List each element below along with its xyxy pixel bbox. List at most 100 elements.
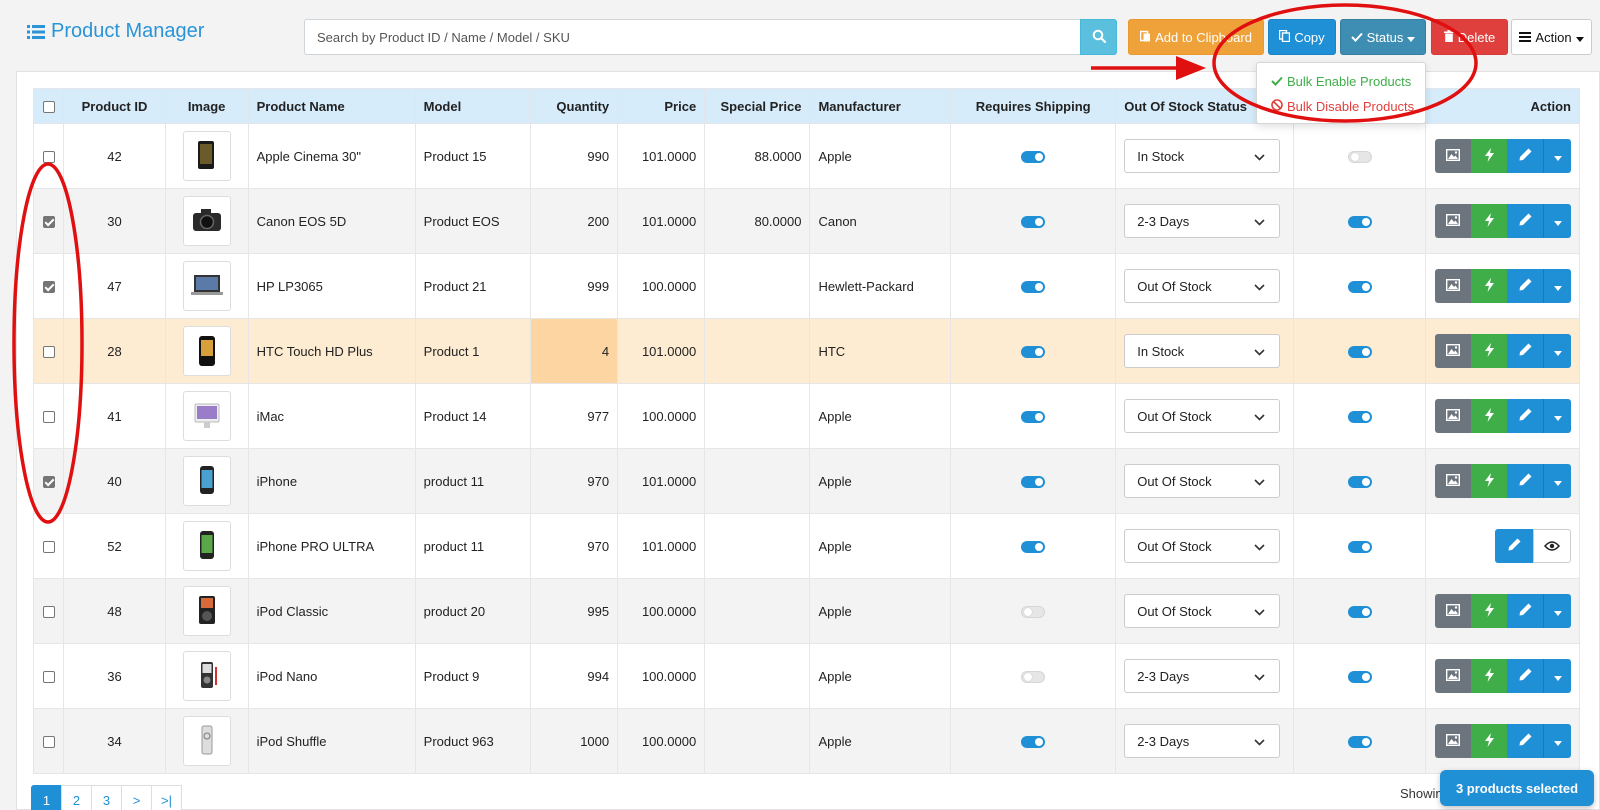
image-manager-button[interactable] bbox=[1435, 464, 1471, 498]
quick-edit-button[interactable] bbox=[1471, 204, 1507, 238]
product-name-cell[interactable]: HTC Touch HD Plus bbox=[247, 318, 416, 384]
special-price-cell[interactable] bbox=[704, 253, 811, 319]
row-checkbox[interactable] bbox=[42, 476, 55, 489]
requires-shipping-toggle[interactable] bbox=[1021, 216, 1046, 229]
image-manager-button[interactable] bbox=[1435, 204, 1471, 238]
special-price-cell[interactable]: 80.0000 bbox=[704, 188, 811, 254]
quantity-cell[interactable]: 970 bbox=[530, 448, 619, 514]
image-manager-button[interactable] bbox=[1435, 139, 1471, 173]
special-price-cell[interactable] bbox=[704, 448, 811, 514]
status-toggle[interactable] bbox=[1347, 606, 1372, 619]
more-actions-button[interactable] bbox=[1543, 204, 1571, 238]
price-cell[interactable]: 100.0000 bbox=[617, 578, 706, 644]
row-checkbox[interactable] bbox=[42, 671, 55, 684]
image-manager-button[interactable] bbox=[1435, 594, 1471, 628]
quick-edit-button[interactable] bbox=[1471, 269, 1507, 303]
requires-shipping-toggle[interactable] bbox=[1021, 736, 1046, 749]
more-actions-button[interactable] bbox=[1543, 594, 1571, 628]
more-actions-button[interactable] bbox=[1543, 659, 1571, 693]
price-cell[interactable]: 101.0000 bbox=[617, 123, 706, 189]
product-name-cell[interactable]: iMac bbox=[247, 383, 416, 449]
quick-edit-button[interactable] bbox=[1471, 464, 1507, 498]
edit-button[interactable] bbox=[1507, 464, 1543, 498]
edit-button[interactable] bbox=[1507, 139, 1543, 173]
edit-button[interactable] bbox=[1507, 659, 1543, 693]
product-thumbnail[interactable] bbox=[182, 326, 231, 376]
image-manager-button[interactable] bbox=[1435, 659, 1471, 693]
product-thumbnail[interactable] bbox=[182, 131, 231, 181]
more-actions-button[interactable] bbox=[1543, 464, 1571, 498]
quantity-cell[interactable]: 994 bbox=[530, 643, 619, 709]
select-all-checkbox[interactable] bbox=[42, 101, 55, 114]
manufacturer-cell[interactable]: Hewlett-Packard bbox=[809, 253, 952, 319]
status-toggle[interactable] bbox=[1347, 476, 1372, 489]
model-cell[interactable]: Product 21 bbox=[414, 253, 532, 319]
edit-button[interactable] bbox=[1507, 269, 1543, 303]
product-name-cell[interactable]: iPhone bbox=[247, 448, 416, 514]
model-cell[interactable]: Product 14 bbox=[414, 383, 532, 449]
header-requires-shipping[interactable]: Requires Shipping bbox=[950, 88, 1117, 124]
quick-edit-button[interactable] bbox=[1471, 399, 1507, 433]
header-quantity[interactable]: Quantity bbox=[530, 88, 619, 124]
more-actions-button[interactable] bbox=[1543, 269, 1571, 303]
quantity-cell[interactable]: 200 bbox=[530, 188, 619, 254]
edit-button[interactable] bbox=[1507, 204, 1543, 238]
image-manager-button[interactable] bbox=[1435, 399, 1471, 433]
product-thumbnail[interactable] bbox=[182, 456, 231, 506]
requires-shipping-toggle[interactable] bbox=[1021, 411, 1046, 424]
view-button[interactable] bbox=[1533, 529, 1571, 563]
model-cell[interactable]: product 11 bbox=[414, 513, 532, 579]
price-cell[interactable]: 100.0000 bbox=[617, 708, 706, 774]
row-checkbox[interactable] bbox=[42, 606, 55, 619]
status-toggle[interactable] bbox=[1347, 411, 1372, 424]
manufacturer-cell[interactable]: Canon bbox=[809, 188, 952, 254]
requires-shipping-toggle[interactable] bbox=[1021, 151, 1046, 164]
manufacturer-cell[interactable]: Apple bbox=[809, 448, 952, 514]
edit-button[interactable] bbox=[1507, 594, 1543, 628]
bulk-enable-products-item[interactable]: Bulk Enable Products bbox=[1257, 69, 1425, 94]
price-cell[interactable]: 101.0000 bbox=[617, 513, 706, 579]
status-toggle[interactable] bbox=[1347, 541, 1372, 554]
stock-status-select[interactable]: 2-3 Days bbox=[1124, 724, 1281, 758]
manufacturer-cell[interactable]: Apple bbox=[809, 708, 952, 774]
row-checkbox[interactable] bbox=[42, 346, 55, 359]
status-toggle[interactable] bbox=[1347, 671, 1372, 684]
special-price-cell[interactable] bbox=[704, 578, 811, 644]
quantity-cell[interactable]: 977 bbox=[530, 383, 619, 449]
special-price-cell[interactable] bbox=[704, 643, 811, 709]
edit-button[interactable] bbox=[1507, 399, 1543, 433]
product-thumbnail[interactable] bbox=[182, 391, 231, 441]
product-thumbnail[interactable] bbox=[182, 521, 231, 571]
stock-status-select[interactable]: Out Of Stock bbox=[1124, 594, 1281, 628]
more-actions-button[interactable] bbox=[1543, 724, 1571, 758]
quick-edit-button[interactable] bbox=[1471, 724, 1507, 758]
product-thumbnail[interactable] bbox=[182, 196, 231, 246]
row-checkbox[interactable] bbox=[42, 736, 55, 749]
bulk-disable-products-item[interactable]: Bulk Disable Products bbox=[1257, 94, 1425, 119]
more-actions-button[interactable] bbox=[1543, 334, 1571, 368]
stock-status-select[interactable]: Out Of Stock bbox=[1124, 529, 1281, 563]
add-to-clipboard-button[interactable]: Add to Clipboard bbox=[1128, 19, 1264, 55]
status-toggle[interactable] bbox=[1347, 151, 1372, 164]
image-manager-button[interactable] bbox=[1435, 269, 1471, 303]
edit-button[interactable] bbox=[1507, 724, 1543, 758]
quantity-cell[interactable]: 1000 bbox=[530, 708, 619, 774]
stock-status-select[interactable]: Out Of Stock bbox=[1124, 399, 1281, 433]
product-name-cell[interactable]: iPhone PRO ULTRA bbox=[247, 513, 416, 579]
stock-status-select[interactable]: Out Of Stock bbox=[1124, 269, 1281, 303]
stock-status-select[interactable]: Out Of Stock bbox=[1124, 464, 1281, 498]
model-cell[interactable]: Product 963 bbox=[414, 708, 532, 774]
header-price[interactable]: Price bbox=[617, 88, 706, 124]
manufacturer-cell[interactable]: Apple bbox=[809, 513, 952, 579]
manufacturer-cell[interactable]: Apple bbox=[809, 383, 952, 449]
row-checkbox[interactable] bbox=[42, 281, 55, 294]
special-price-cell[interactable] bbox=[704, 383, 811, 449]
special-price-cell[interactable] bbox=[704, 513, 811, 579]
model-cell[interactable]: Product 15 bbox=[414, 123, 532, 189]
requires-shipping-toggle[interactable] bbox=[1021, 476, 1046, 489]
page-link[interactable]: 1 bbox=[31, 785, 62, 810]
model-cell[interactable]: product 11 bbox=[414, 448, 532, 514]
search-button[interactable] bbox=[1080, 19, 1117, 55]
manufacturer-cell[interactable]: HTC bbox=[809, 318, 952, 384]
more-actions-button[interactable] bbox=[1543, 399, 1571, 433]
